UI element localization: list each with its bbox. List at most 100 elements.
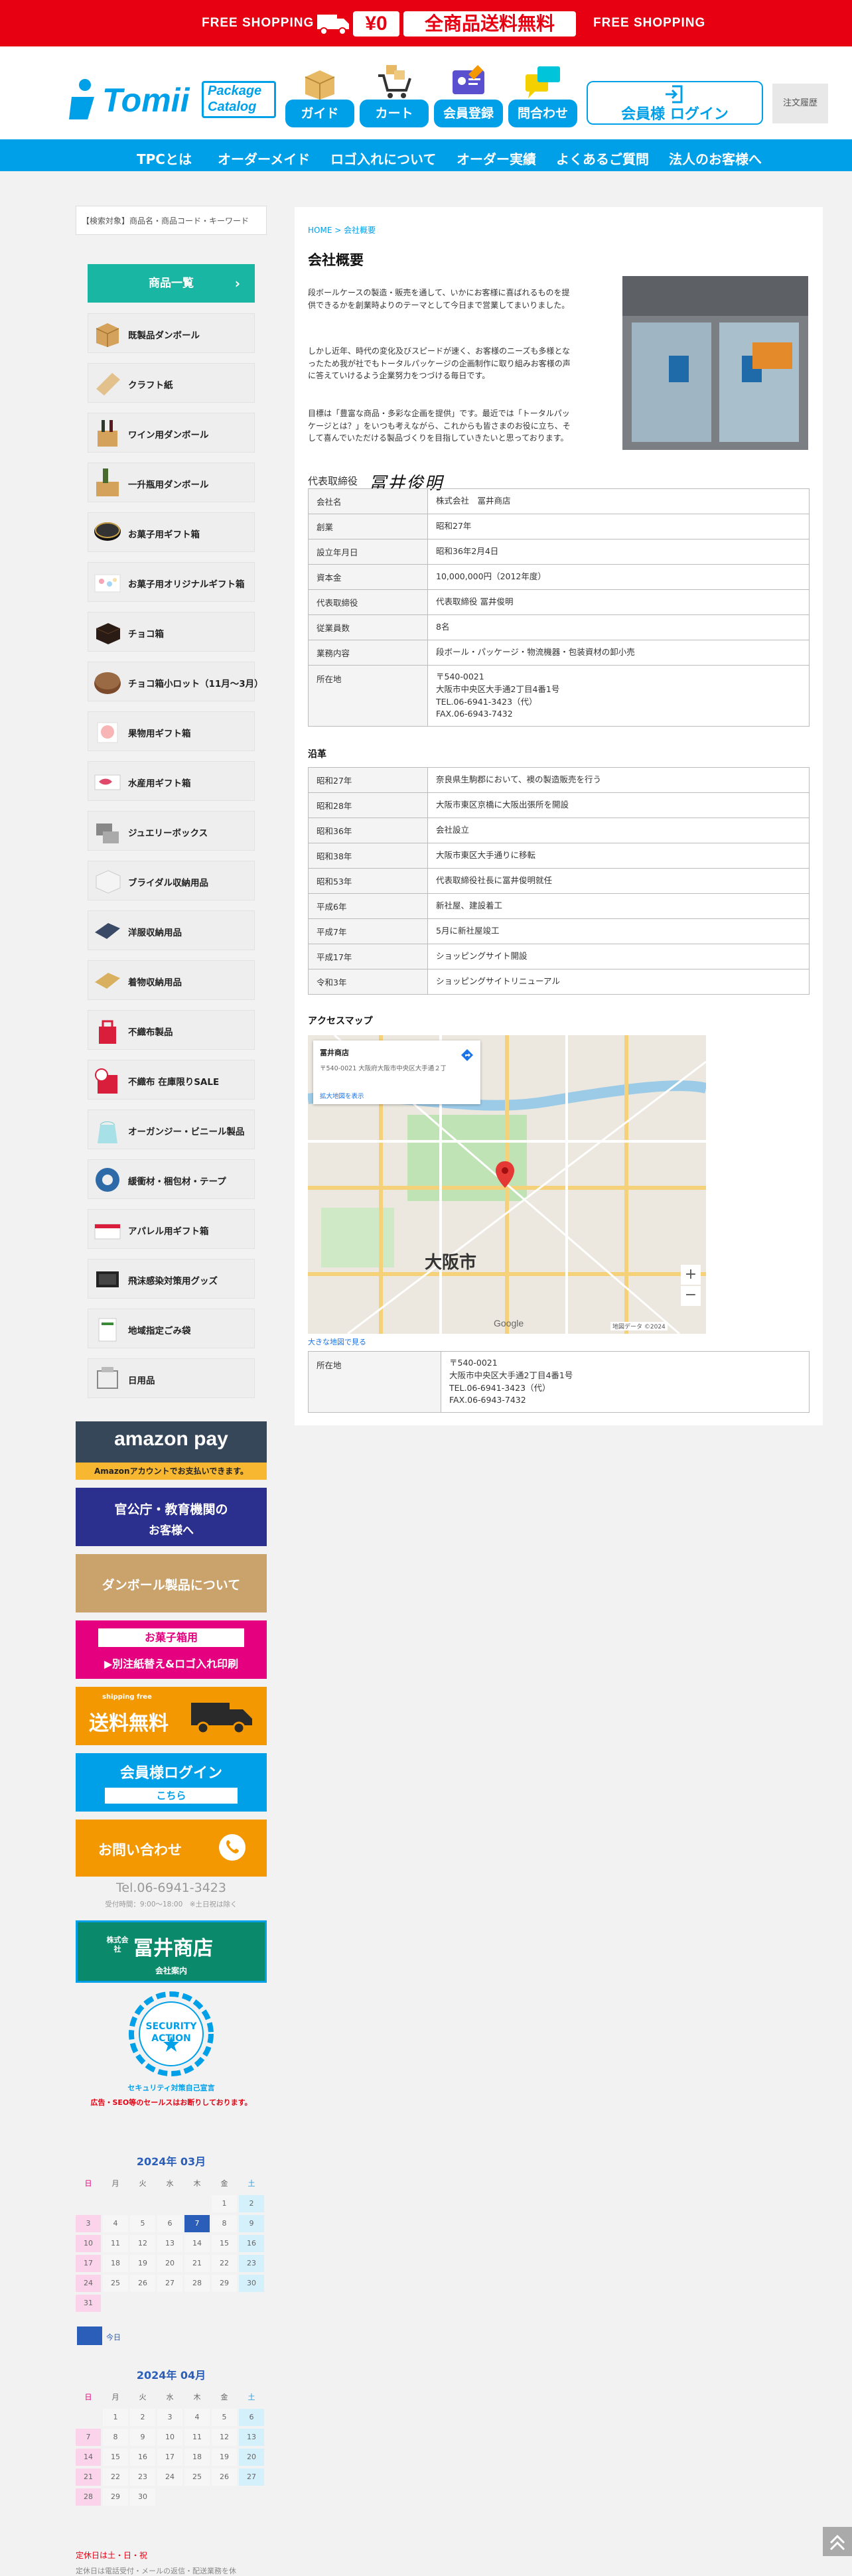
free-shipping-label: 送料無料 — [89, 1712, 169, 1735]
category-label: 既製品ダンボール — [128, 330, 200, 341]
directions-icon[interactable] — [461, 1048, 474, 1062]
main-content: HOME > 会社概要 会社概要 段ボールケースの製造・販売を通して、いかにお客… — [295, 207, 823, 1425]
calendar-day: 20 — [239, 2449, 264, 2466]
today-legend-swatch — [77, 2326, 102, 2345]
nav-item-faq[interactable]: よくあるご質問 — [556, 149, 649, 168]
category-item-sake-box[interactable]: 一升瓶用ダンボール — [88, 463, 255, 502]
security-action-badge[interactable]: SECURITY ACTION — [125, 1991, 218, 2077]
calendar-day — [157, 2195, 182, 2212]
category-item-nonwoven-sale[interactable]: 不織布 在庫限りSALE — [88, 1060, 255, 1100]
calendar-weekday: 火 — [139, 2393, 147, 2401]
calendar-day — [76, 2409, 101, 2426]
back-to-top-button[interactable] — [823, 2527, 852, 2556]
category-item-ready-made-cardboard[interactable]: 既製品ダンボール — [88, 313, 255, 353]
member-login-side-banner[interactable]: 会員様ログイン こちら — [76, 1753, 267, 1812]
calendar-weekday: 水 — [166, 2393, 174, 2401]
candy-box-print-banner[interactable]: お菓子箱用 ▶別注紙替え&ロゴ入れ印刷 — [76, 1620, 267, 1679]
order-history-button[interactable]: 注文履歴 — [772, 84, 828, 123]
category-item-packing-tape[interactable]: 緩衝材・梱包材・テープ — [88, 1159, 255, 1199]
category-label: チョコ箱 — [128, 629, 164, 640]
register-button[interactable]: 会員登録 — [434, 61, 503, 129]
nav-item-logo-print[interactable]: ロゴ入れについて — [330, 149, 436, 168]
access-map[interactable]: 冨井商店 〒540-0021 大阪府大阪市中央区大手通２丁目 拡大地図を表示 大… — [308, 1035, 706, 1334]
category-item-droplet-protection[interactable]: 飛沫感染対策用グッズ — [88, 1259, 255, 1299]
category-item-kimono-storage[interactable]: 着物収納用品 — [88, 960, 255, 1000]
calendar-week-row: 3456789 — [76, 2215, 267, 2234]
calendar-day: 16 — [130, 2449, 155, 2466]
calendar-day: 8 — [103, 2429, 128, 2446]
page-title: 会社概要 — [308, 252, 364, 268]
jewelry-box-icon — [96, 823, 119, 843]
nav-item-order-record[interactable]: オーダー実績 — [457, 149, 536, 168]
calendar-day — [157, 2295, 182, 2312]
category-item-daily-goods[interactable]: 日用品 — [88, 1358, 255, 1398]
today-legend-label: 今日 — [106, 2333, 121, 2342]
free-shipping-side-banner[interactable]: shipping free 送料無料 — [76, 1687, 267, 1745]
cardboard-info-banner[interactable]: ダンボール製品について — [76, 1554, 267, 1612]
contact-button[interactable]: 問合わせ — [508, 61, 577, 129]
category-item-confectionery-gift-box[interactable]: お菓子用ギフト箱 — [88, 512, 255, 552]
category-item-fruit-gift-box[interactable]: 果物用ギフト箱 — [88, 711, 255, 751]
map-zoom-in-button[interactable]: + — [681, 1265, 701, 1285]
breadcrumb[interactable]: HOME > 会社概要 — [308, 224, 376, 236]
category-item-nonwoven[interactable]: 不織布製品 — [88, 1010, 255, 1050]
calendar-day: 17 — [76, 2255, 101, 2272]
member-login-button[interactable]: 会員様 ログイン — [587, 81, 763, 125]
category-item-apparel-gift-box[interactable]: アパレル用ギフト箱 — [88, 1209, 255, 1249]
calendar-weekday-row: 日月火水木金土 — [76, 2389, 267, 2407]
category-item-original-gift-box[interactable]: お菓子用オリジナルギフト箱 — [88, 562, 255, 602]
calendar-day — [212, 2488, 237, 2506]
map-zoom-out-button[interactable]: − — [681, 1286, 701, 1306]
table-key-cell: 平成7年 — [308, 918, 428, 944]
map-enlarge-link[interactable]: 拡大地図を表示 — [320, 1091, 364, 1100]
guide-button[interactable]: ガイド — [285, 61, 354, 129]
nav-item-about[interactable]: TPCとは — [137, 149, 192, 168]
history-table: 昭和27年 奈良県生駒郡において、襖の製造販売を行う 昭和28年 大阪市東区京橋に大阪… — [308, 767, 810, 995]
category-item-chocolate-small-lot[interactable]: チョコ箱小ロット（11月～3月） — [88, 662, 263, 701]
larger-map-link[interactable]: 大きな地図で見る — [308, 1336, 366, 1347]
company-name: 冨井商店 — [133, 1937, 213, 1960]
category-item-seafood-gift-box[interactable]: 水産用ギフト箱 — [88, 761, 255, 801]
category-item-chocolate-box[interactable]: チョコ箱 — [88, 612, 255, 652]
category-item-jewelry-box[interactable]: ジュエリーボックス — [88, 811, 255, 851]
table-value-cell: 代表取締役社長に冨井俊明就任 — [427, 868, 810, 894]
register-label: 会員登録 — [434, 100, 503, 127]
calendar-day: 26 — [130, 2275, 155, 2292]
category-label: 緩衝材・梱包材・テープ — [128, 1177, 226, 1187]
company-info-banner[interactable]: 株式会社 冨井商店 会社案内 — [76, 1920, 267, 1983]
calendar-weekday: 金 — [220, 2393, 228, 2401]
calendar-day: 5 — [130, 2215, 155, 2232]
bridal-storage-icon — [96, 870, 121, 894]
category-item-organza-vinyl[interactable]: オーガンジー・ビニール製品 — [88, 1109, 255, 1149]
calendar-day — [184, 2295, 210, 2312]
calendar-day: 24 — [157, 2469, 182, 2486]
table-row: 資本金 10,000,000円（2012年度） — [308, 564, 810, 590]
contact-side-banner[interactable]: お問い合わせ — [76, 1820, 267, 1877]
candy-box-bottom: ▶別注紙替え&ロゴ入れ印刷 — [104, 1658, 239, 1670]
category-item-kraft-paper[interactable]: クラフト紙 — [88, 363, 255, 403]
cart-button[interactable]: カート — [360, 61, 429, 129]
government-banner[interactable]: 官公庁・教育機関の お客様へ — [76, 1488, 267, 1546]
category-label: 不織布 在庫限りSALE — [128, 1077, 220, 1088]
category-item-wine-box[interactable]: ワイン用ダンボール — [88, 413, 255, 453]
nav-item-corporate[interactable]: 法人のお客様へ — [669, 149, 762, 168]
calendar-weekday: 月 — [111, 2393, 119, 2401]
site-logo[interactable]: Tomii Package Catalog — [66, 66, 279, 126]
table-row: 会社名 株式会社 冨井商店 — [308, 488, 810, 514]
calendar-day: 28 — [76, 2488, 101, 2506]
amazon-pay-banner[interactable]: amazon pay Amazonアカウントでお支払いできます。 — [76, 1421, 267, 1480]
table-value-cell: 大阪市東区大手通りに移転 — [427, 843, 810, 869]
calendar-day: 17 — [157, 2449, 182, 2466]
category-item-garbage-bag[interactable]: 地域指定ごみ袋 — [88, 1309, 255, 1348]
nav-item-custom-order[interactable]: オーダーメイド — [218, 149, 310, 168]
table-key-cell: 所在地 — [308, 1351, 441, 1413]
category-label: クラフト紙 — [128, 380, 173, 391]
table-key-cell: 創業 — [308, 514, 428, 539]
category-item-bridal-storage[interactable]: ブライダル収納用品 — [88, 861, 255, 900]
category-list-header[interactable]: 商品一覧 › — [88, 264, 255, 303]
calendar-day: 19 — [130, 2255, 155, 2272]
category-item-clothes-storage[interactable]: 洋服収納用品 — [88, 910, 255, 950]
holiday-note: 定休日は土・日・祝 — [76, 2551, 148, 2560]
location-table: 所在地 〒540-0021 大阪市中央区大手通2丁目4番1号 TEL.06-694… — [308, 1351, 810, 1413]
search-input[interactable]: 【検索対象】商品名・商品コード・キーワード — [76, 206, 267, 235]
